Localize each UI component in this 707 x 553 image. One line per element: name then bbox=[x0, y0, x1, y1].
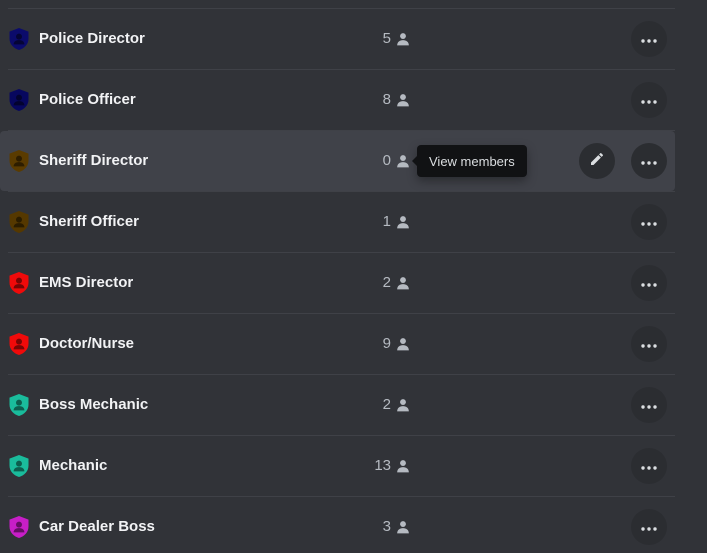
shield-person-icon bbox=[8, 332, 30, 356]
more-options-button[interactable] bbox=[631, 326, 667, 362]
more-horizontal-icon bbox=[641, 30, 657, 48]
shield-person-icon bbox=[8, 88, 30, 112]
tooltip-arrow bbox=[412, 156, 417, 166]
member-count: 0 bbox=[382, 152, 391, 169]
edit-role-button[interactable] bbox=[579, 143, 615, 179]
person-icon bbox=[396, 520, 410, 534]
member-count: 2 bbox=[382, 274, 391, 291]
person-icon bbox=[396, 398, 410, 412]
role-row[interactable]: Sheriff Officer 1 bbox=[0, 192, 675, 253]
role-row[interactable]: Mechanic 13 bbox=[0, 436, 675, 497]
person-icon bbox=[396, 459, 410, 473]
role-row[interactable]: Sheriff Director 0 bbox=[0, 131, 675, 192]
more-horizontal-icon bbox=[641, 335, 657, 353]
person-icon bbox=[396, 32, 410, 46]
more-horizontal-icon bbox=[641, 457, 657, 475]
member-count: 9 bbox=[382, 335, 391, 352]
member-count: 1 bbox=[382, 213, 391, 230]
tooltip-text: View members bbox=[429, 153, 515, 169]
member-count: 3 bbox=[382, 518, 391, 535]
role-row[interactable]: Boss Mechanic 2 bbox=[0, 375, 675, 436]
more-options-button[interactable] bbox=[631, 387, 667, 423]
member-count-button[interactable]: 2 bbox=[330, 395, 410, 415]
role-name: Doctor/Nurse bbox=[39, 335, 135, 352]
shield-person-icon bbox=[8, 393, 30, 417]
member-count-button[interactable]: 5 bbox=[330, 29, 410, 49]
role-list: Police Director 5 Police Officer 8 Sheriff D… bbox=[0, 0, 707, 553]
person-icon bbox=[396, 276, 410, 290]
member-count-button[interactable]: 3 bbox=[330, 517, 410, 537]
view-members-tooltip: View members bbox=[412, 145, 527, 177]
member-count-button[interactable]: 9 bbox=[330, 334, 410, 354]
pencil-icon bbox=[589, 151, 605, 172]
role-row[interactable]: Car Dealer Boss 3 bbox=[0, 497, 675, 553]
more-horizontal-icon bbox=[641, 396, 657, 414]
role-row[interactable]: Police Officer 8 bbox=[0, 70, 675, 131]
more-options-button[interactable] bbox=[631, 265, 667, 301]
role-row[interactable]: Doctor/Nurse 9 bbox=[0, 314, 675, 375]
role-name: Car Dealer Boss bbox=[39, 518, 155, 535]
member-count-button[interactable]: 2 bbox=[330, 273, 410, 293]
member-count-button[interactable]: 8 bbox=[330, 90, 410, 110]
more-horizontal-icon bbox=[641, 152, 657, 170]
shield-person-icon bbox=[8, 515, 30, 539]
more-options-button[interactable] bbox=[631, 509, 667, 545]
more-horizontal-icon bbox=[641, 213, 657, 231]
more-horizontal-icon bbox=[641, 518, 657, 536]
role-row[interactable]: EMS Director 2 bbox=[0, 253, 675, 314]
role-name: Sheriff Officer bbox=[39, 213, 140, 230]
shield-person-icon bbox=[8, 149, 30, 173]
more-options-button[interactable] bbox=[631, 21, 667, 57]
role-name: Sheriff Director bbox=[39, 152, 149, 169]
person-icon bbox=[396, 215, 410, 229]
role-name: Boss Mechanic bbox=[39, 396, 149, 413]
person-icon bbox=[396, 154, 410, 168]
person-icon bbox=[396, 93, 410, 107]
more-horizontal-icon bbox=[641, 274, 657, 292]
member-count: 8 bbox=[382, 91, 391, 108]
shield-person-icon bbox=[8, 210, 30, 234]
person-icon bbox=[396, 337, 410, 351]
shield-person-icon bbox=[8, 27, 30, 51]
shield-person-icon bbox=[8, 454, 30, 478]
member-count-button[interactable]: 1 bbox=[330, 212, 410, 232]
more-horizontal-icon bbox=[641, 91, 657, 109]
member-count-button[interactable]: 13 bbox=[330, 456, 410, 476]
more-options-button[interactable] bbox=[631, 448, 667, 484]
member-count: 2 bbox=[382, 396, 391, 413]
member-count-button[interactable]: 0 bbox=[330, 151, 410, 171]
role-row[interactable]: Police Director 5 bbox=[0, 9, 675, 70]
role-name: Mechanic bbox=[39, 457, 108, 474]
more-options-button[interactable] bbox=[631, 204, 667, 240]
member-count: 5 bbox=[382, 30, 391, 47]
shield-person-icon bbox=[8, 271, 30, 295]
more-options-button[interactable] bbox=[631, 143, 667, 179]
member-count: 13 bbox=[374, 457, 391, 474]
role-name: Police Director bbox=[39, 30, 145, 47]
more-options-button[interactable] bbox=[631, 82, 667, 118]
role-name: EMS Director bbox=[39, 274, 134, 291]
role-name: Police Officer bbox=[39, 91, 136, 108]
